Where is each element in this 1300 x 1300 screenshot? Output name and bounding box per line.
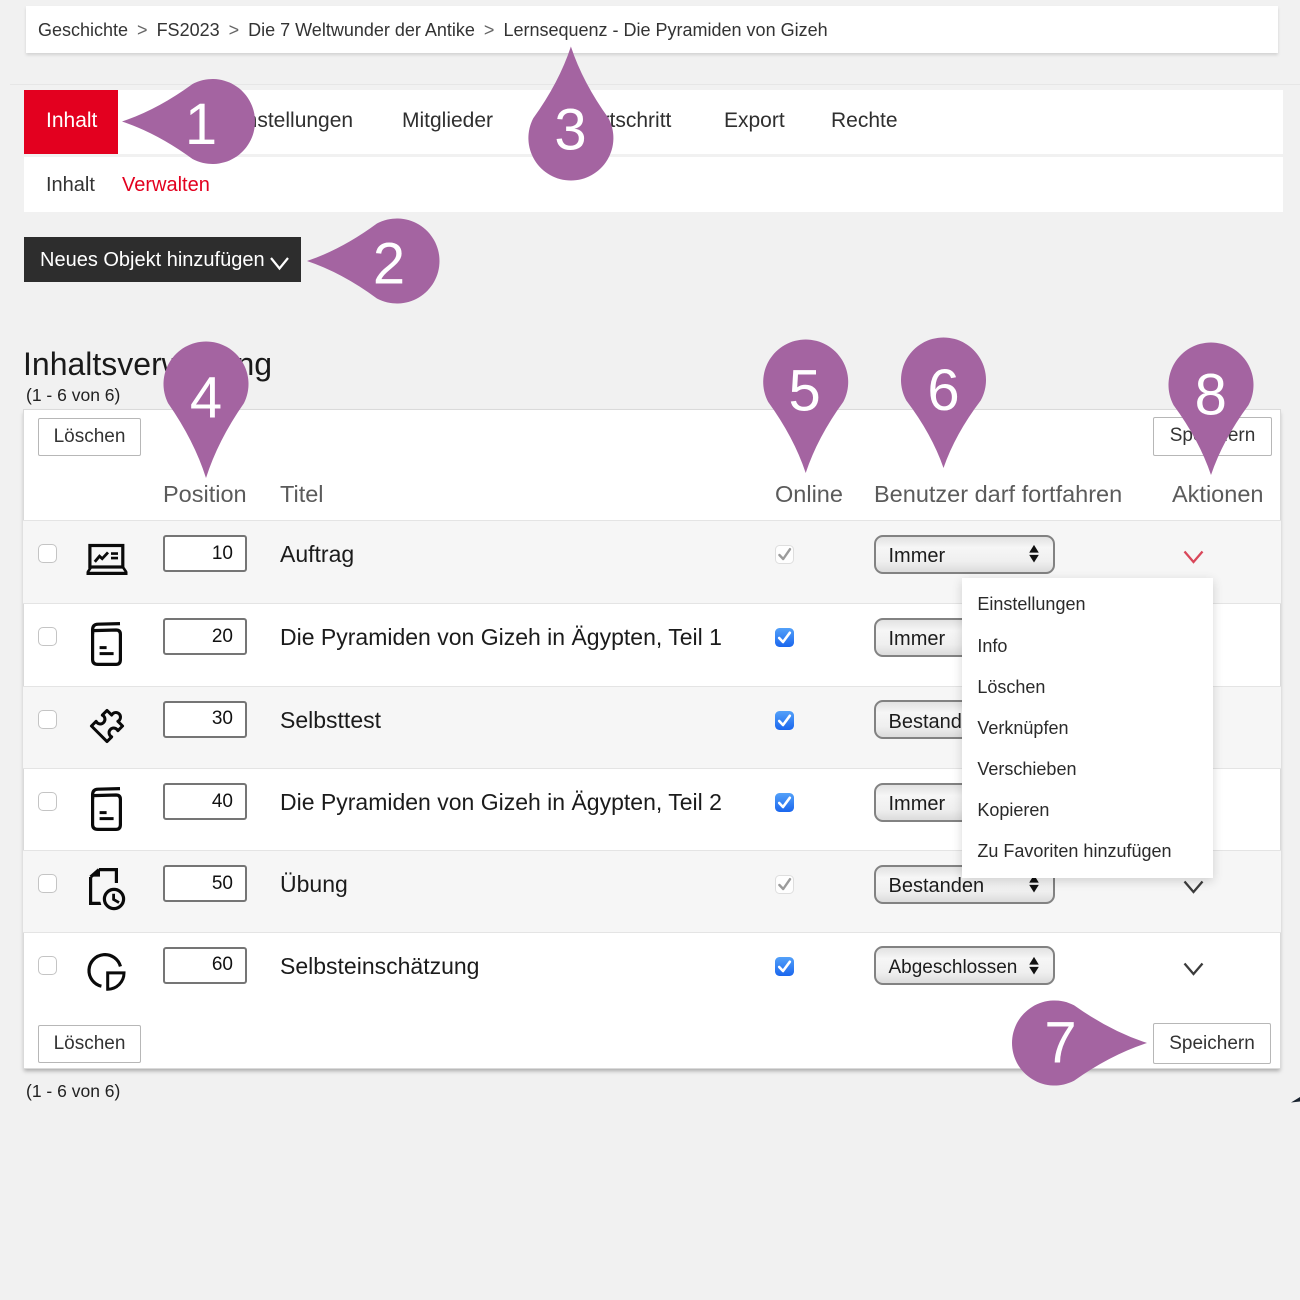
svg-text:3: 3: [554, 98, 586, 163]
svg-text:2: 2: [373, 232, 405, 297]
svg-text:7: 7: [1044, 1011, 1076, 1076]
svg-text:4: 4: [190, 366, 222, 431]
svg-text:1: 1: [185, 92, 217, 157]
svg-text:8: 8: [1195, 363, 1227, 428]
svg-text:5: 5: [788, 359, 820, 424]
svg-text:6: 6: [927, 358, 959, 423]
